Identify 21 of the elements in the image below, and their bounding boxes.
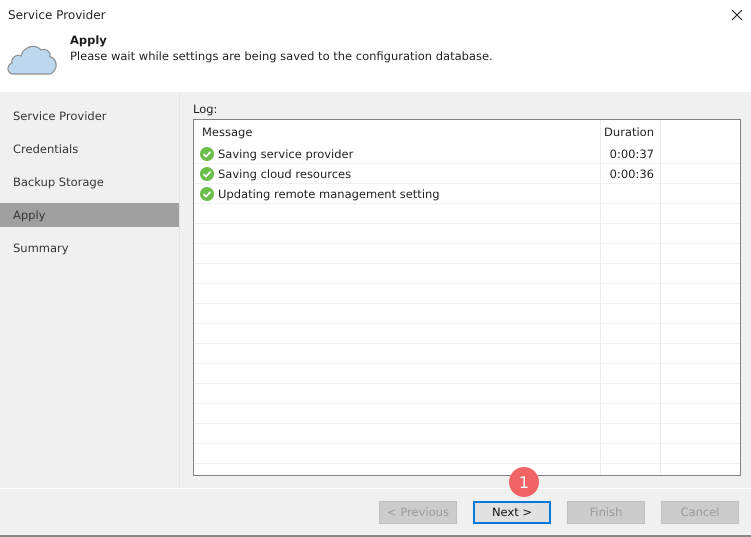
log-label: Log: [193, 102, 218, 116]
success-check-icon [200, 166, 214, 180]
sidebar-item[interactable]: Credentials [0, 137, 179, 161]
sidebar-item[interactable]: Service Provider [0, 104, 179, 128]
sidebar-item[interactable]: Apply [0, 203, 179, 227]
success-check-icon [200, 146, 214, 160]
log-duration: 0:00:36 [610, 166, 654, 180]
close-icon[interactable] [732, 10, 742, 20]
success-check-icon [200, 186, 214, 200]
sidebar-item[interactable]: Summary [0, 236, 179, 260]
column-header[interactable]: Duration [600, 120, 660, 144]
step-title: Apply [70, 33, 108, 47]
log-message: Saving service provider [218, 146, 354, 160]
wizard-button[interactable]: Next > [473, 500, 551, 524]
window-title: Service Provider [8, 8, 106, 22]
step-description: Please wait while settings are being saved to the configuration database. [70, 49, 493, 63]
log-duration: 0:00:37 [610, 146, 654, 160]
log-message: Updating remote management setting [218, 186, 440, 200]
sidebar-item[interactable]: Backup Storage [0, 170, 179, 194]
log-message: Saving cloud resources [218, 166, 352, 180]
column-header[interactable]: Message [194, 120, 600, 144]
